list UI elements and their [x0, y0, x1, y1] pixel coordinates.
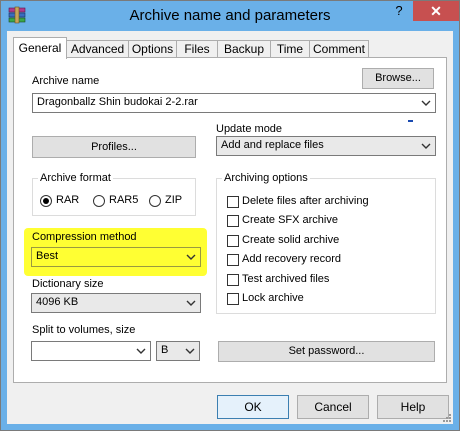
create-sfx-label: Create SFX archive [242, 214, 338, 226]
tab-time[interactable]: Time [270, 40, 310, 58]
title-bar[interactable]: Archive name and parameters ? ✕ [1, 1, 459, 31]
radio-zip[interactable] [149, 195, 161, 207]
help-title-button[interactable]: ? [386, 1, 412, 21]
archive-name-value: Dragonballz Shin budokai 2-2.rar [37, 96, 198, 108]
browse-button[interactable]: Browse... [362, 68, 434, 89]
dialog-client: General Advanced Options Files Backup Ti… [7, 31, 453, 424]
split-unit-value: B [161, 344, 169, 356]
lock-archive-checkbox[interactable] [227, 293, 239, 305]
chevron-down-icon[interactable] [184, 295, 198, 311]
recovery-record-checkbox[interactable] [227, 254, 239, 266]
dictionary-size-label: Dictionary size [32, 278, 104, 290]
set-password-button[interactable]: Set password... [218, 341, 435, 362]
tab-files[interactable]: Files [176, 40, 218, 58]
tab-options[interactable]: Options [128, 40, 177, 58]
archiving-options-title: Archiving options [222, 172, 310, 184]
compression-method-combo[interactable]: Best [31, 247, 201, 267]
help-button[interactable]: Help [377, 395, 449, 419]
archive-name-combo[interactable]: Dragonballz Shin budokai 2-2.rar [32, 93, 436, 113]
tab-general[interactable]: General [13, 37, 67, 59]
chevron-down-icon[interactable] [419, 95, 433, 111]
radio-rar5[interactable] [93, 195, 105, 207]
create-solid-label: Create solid archive [242, 234, 340, 246]
tab-backup[interactable]: Backup [217, 40, 271, 58]
cancel-button[interactable]: Cancel [297, 395, 369, 419]
dictionary-size-value: 4096 KB [36, 296, 79, 308]
resize-grip-icon[interactable] [442, 413, 452, 423]
archive-format-title: Archive format [38, 172, 113, 184]
chevron-down-icon[interactable] [184, 249, 198, 265]
chevron-down-icon[interactable] [134, 343, 148, 359]
create-sfx-checkbox[interactable] [227, 215, 239, 227]
archive-name-label: Archive name [32, 75, 100, 87]
recovery-record-label: Add recovery record [242, 253, 342, 265]
compression-method-label: Compression method [32, 231, 137, 243]
radio-rar5-label: RAR5 [109, 194, 139, 206]
close-button[interactable]: ✕ [413, 1, 459, 21]
tab-advanced[interactable]: Advanced [66, 40, 129, 58]
update-mode-combo[interactable]: Add and replace files [216, 136, 436, 156]
dictionary-size-combo[interactable]: 4096 KB [31, 293, 201, 313]
cursor-mark-icon [408, 120, 413, 122]
split-unit-combo[interactable]: B [156, 341, 200, 361]
radio-zip-label: ZIP [165, 194, 183, 206]
split-volumes-combo[interactable] [31, 341, 151, 361]
create-solid-checkbox[interactable] [227, 235, 239, 247]
delete-files-checkbox[interactable] [227, 196, 239, 208]
ok-button[interactable]: OK [217, 395, 289, 419]
radio-rar[interactable] [40, 195, 52, 207]
test-files-checkbox[interactable] [227, 274, 239, 286]
split-volumes-label: Split to volumes, size [32, 324, 136, 336]
radio-rar-label: RAR [56, 194, 80, 206]
chevron-down-icon[interactable] [183, 343, 197, 359]
dialog-window: Archive name and parameters ? ✕ General … [0, 0, 460, 431]
lock-archive-label: Lock archive [242, 292, 304, 304]
compression-method-value: Best [36, 250, 59, 262]
update-mode-label: Update mode [216, 123, 283, 135]
profiles-button[interactable]: Profiles... [32, 136, 196, 158]
test-files-label: Test archived files [242, 273, 330, 285]
tab-comment[interactable]: Comment [309, 40, 369, 58]
chevron-down-icon[interactable] [419, 138, 433, 154]
delete-files-label: Delete files after archiving [242, 195, 369, 207]
update-mode-value: Add and replace files [221, 139, 324, 151]
